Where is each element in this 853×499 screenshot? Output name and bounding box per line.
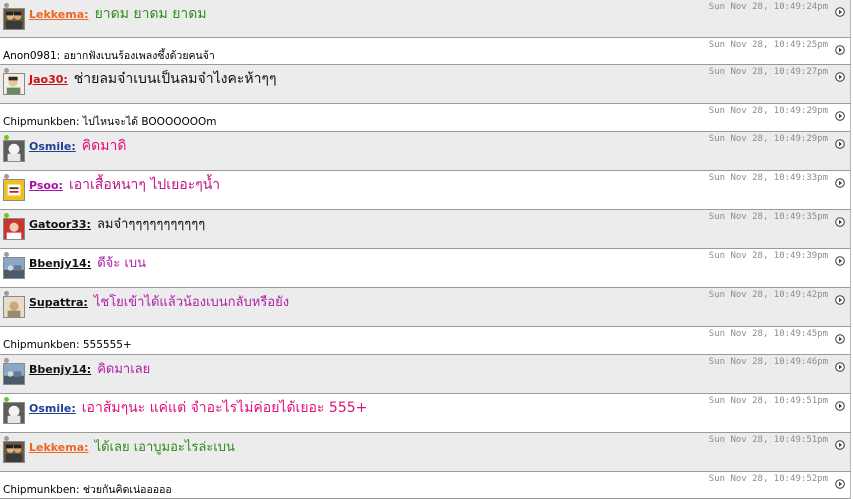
chat-row: Sun Nov 28, 10:49:51pm Osmile: เอาส้มๆนะ แ… [0,394,851,433]
message-text: คิดมาดิ [81,138,127,154]
play-arrow-icon[interactable] [835,251,845,266]
message-text: ยาดม ยาดม ยาดม [94,6,207,22]
message-timestamp: Sun Nov 28, 10:49:51pm [708,435,828,445]
avatar-landscape-icon[interactable] [3,363,25,385]
play-arrow-icon[interactable] [835,435,845,450]
play-arrow-icon[interactable] [835,67,845,82]
system-message-text: Chipmunkben: ช่วยกันคิดเน่อออออ [3,484,172,496]
chat-row: Sun Nov 28, 10:49:27pm Jao30: ช่ายลมจ๋าเบน… [0,65,851,104]
message-timestamp: Sun Nov 28, 10:49:46pm [708,357,828,367]
username-link[interactable]: Psoo: [29,179,63,192]
play-arrow-icon[interactable] [835,2,845,17]
message-text: ช่ายลมจ๋าเบนเป็นลมจ๋าไงคะห้าๆๆ [73,71,277,87]
message-text: ดีจ้ะ เบน [97,256,146,271]
message-text: เอาส้มๆนะ แค่แต่ จำอะไรไม่ค่อยได้เยอะ 55… [81,400,368,416]
play-arrow-icon[interactable] [835,290,845,305]
system-message-text: Chipmunkben: 555555+ [3,339,132,351]
chat-row: Sun Nov 28, 10:49:24pm Lekkema: ยาดม ยาดม … [0,0,851,38]
chat-row: Sun Nov 28, 10:49:39pm Bbenjy14: ดีจ้ะ เบน [0,249,851,288]
system-message-text: Chipmunkben: ไปไหนจะได้ BOOOOOOOm [3,116,217,128]
play-arrow-icon[interactable] [835,474,845,489]
chat-row: Sun Nov 28, 10:49:52pm Chipmunkben: ช่วยก… [0,472,851,499]
message-timestamp: Sun Nov 28, 10:49:27pm [708,67,828,77]
message-text: ไชโยเข้าได้แล้วน้องเบนกลับหรือยัง [93,295,290,310]
message-text: เอาเสื้อหนาๆ ไปเยอะๆน้ำ [68,177,221,193]
username-link[interactable]: Gatoor33: [29,218,91,231]
chat-row: Sun Nov 28, 10:49:42pm Supattra: ไชโยเข้าไ… [0,288,851,327]
message-timestamp: Sun Nov 28, 10:49:35pm [708,212,828,222]
play-arrow-icon[interactable] [835,40,845,55]
avatar-white-icon[interactable] [3,140,25,162]
avatar-portrait-icon[interactable] [3,73,25,95]
play-arrow-icon[interactable] [835,212,845,227]
message-timestamp: Sun Nov 28, 10:49:25pm [708,40,828,50]
play-arrow-icon[interactable] [835,329,845,344]
message-timestamp: Sun Nov 28, 10:49:51pm [708,396,828,406]
message-timestamp: Sun Nov 28, 10:49:29pm [708,106,828,116]
chat-row: Sun Nov 28, 10:49:29pm Osmile: คิดมาดิ [0,132,851,171]
avatar-yellow-icon[interactable] [3,179,25,201]
chat-row: Sun Nov 28, 10:49:25pm Anon0981: อยากฟังเ… [0,38,851,65]
chat-log: Sun Nov 28, 10:49:24pm Lekkema: ยาดม ยาดม … [0,0,853,499]
avatar-landscape-icon[interactable] [3,257,25,279]
chat-row: Sun Nov 28, 10:49:45pm Chipmunkben: 55555… [0,327,851,355]
play-arrow-icon[interactable] [835,106,845,121]
username-link[interactable]: Supattra: [29,296,88,309]
message-timestamp: Sun Nov 28, 10:49:29pm [708,134,828,144]
message-timestamp: Sun Nov 28, 10:49:33pm [708,173,828,183]
chat-row: Sun Nov 28, 10:49:51pm Lekkema: ได้เลย เอา… [0,433,851,472]
username-link[interactable]: Lekkema: [29,441,89,454]
system-message-text: Anon0981: อยากฟังเบนร้องเพลงซึ้งด้วยคนจ้… [3,50,215,62]
message-timestamp: Sun Nov 28, 10:49:39pm [708,251,828,261]
avatar-beige-icon[interactable] [3,296,25,318]
username-link[interactable]: Jao30: [29,73,68,86]
avatar-white-icon[interactable] [3,402,25,424]
chat-row: Sun Nov 28, 10:49:33pm Psoo: เอาเสื้อหนาๆ … [0,171,851,210]
message-timestamp: Sun Nov 28, 10:49:42pm [708,290,828,300]
message-text: ได้เลย เอาบูมอะไรล่ะเบน [94,440,235,455]
message-timestamp: Sun Nov 28, 10:49:24pm [708,2,828,12]
username-link[interactable]: Osmile: [29,140,76,153]
message-timestamp: Sun Nov 28, 10:49:45pm [708,329,828,339]
chat-row: Sun Nov 28, 10:49:46pm Bbenjy14: คิดมาเลย [0,355,851,394]
message-text: คิดมาเลย [97,362,151,377]
chat-row: Sun Nov 28, 10:49:29pm Chipmunkben: ไปไหน… [0,104,851,132]
username-link[interactable]: Lekkema: [29,8,89,21]
username-link[interactable]: Bbenjy14: [29,257,91,270]
avatar-couple-icon[interactable] [3,8,25,30]
username-link[interactable]: Osmile: [29,402,76,415]
play-arrow-icon[interactable] [835,134,845,149]
play-arrow-icon[interactable] [835,396,845,411]
message-timestamp: Sun Nov 28, 10:49:52pm [708,474,828,484]
username-link[interactable]: Bbenjy14: [29,363,91,376]
play-arrow-icon[interactable] [835,357,845,372]
play-arrow-icon[interactable] [835,173,845,188]
avatar-red-icon[interactable] [3,218,25,240]
avatar-couple-icon[interactable] [3,441,25,463]
chat-row: Sun Nov 28, 10:49:35pm Gatoor33: ลมจ๋าๆๆๆๆ… [0,210,851,249]
message-text: ลมจ๋าๆๆๆๆๆๆๆๆๆๆๆ [96,217,206,232]
